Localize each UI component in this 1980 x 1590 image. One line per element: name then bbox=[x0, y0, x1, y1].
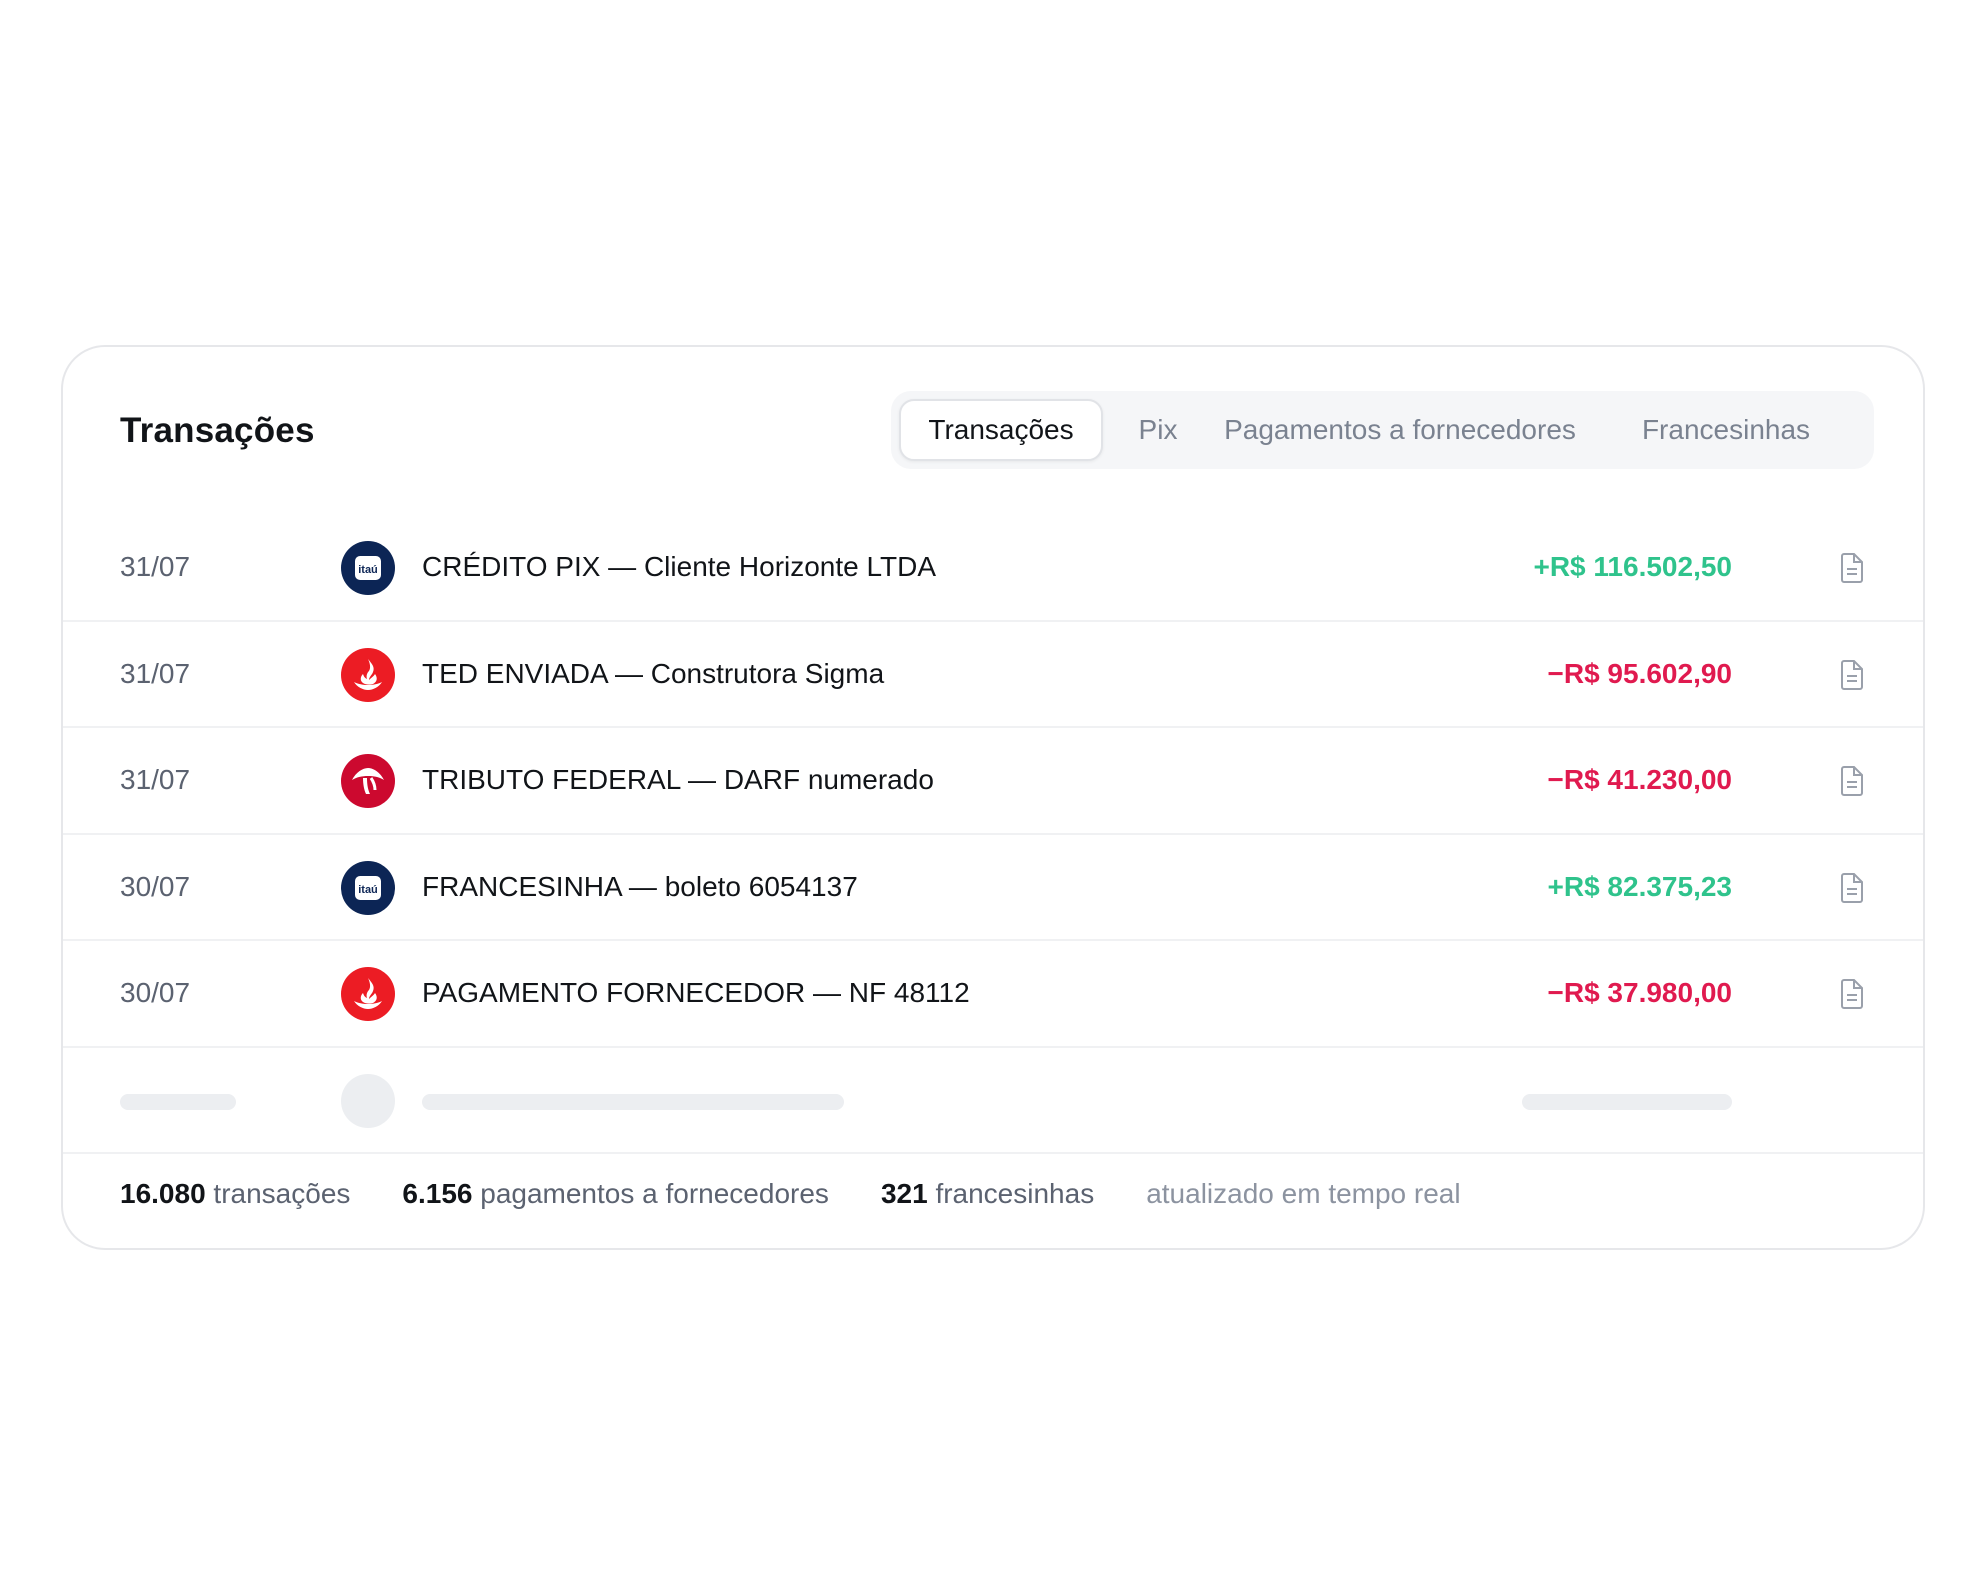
tab-pagamentos-fornecedores[interactable]: Pagamentos a fornecedores bbox=[1213, 399, 1587, 461]
transaction-date: 31/07 bbox=[120, 764, 191, 796]
receipt-document-icon[interactable] bbox=[1838, 978, 1866, 1010]
stat-suppliers-count: 6.156 bbox=[402, 1178, 473, 1209]
summary-footer: 16.080 transações 6.156 pagamentos a for… bbox=[120, 1172, 1461, 1216]
table-row[interactable]: 30/07 itaú FRANCESINHA — boleto 6054137 … bbox=[63, 835, 1923, 941]
loading-skeleton-row bbox=[63, 1048, 1923, 1154]
itau-logo-icon: itaú bbox=[341, 541, 395, 595]
stat-francesinhas-label: francesinhas bbox=[935, 1178, 1095, 1209]
tab-francesinhas[interactable]: Francesinhas bbox=[1587, 399, 1865, 461]
skeleton-amount-bar bbox=[1522, 1093, 1732, 1110]
transaction-description: TRIBUTO FEDERAL — DARF numerado bbox=[422, 764, 934, 796]
stat-suppliers: 6.156 pagamentos a fornecedores bbox=[402, 1178, 829, 1210]
tab-pix[interactable]: Pix bbox=[1103, 399, 1213, 461]
transaction-description: FRANCESINHA — boleto 6054137 bbox=[422, 870, 858, 902]
transaction-description: CRÉDITO PIX — Cliente Horizonte LTDA bbox=[422, 551, 937, 583]
santander-logo-icon bbox=[341, 647, 395, 702]
tab-bar: Transações Pix Pagamentos a fornecedores… bbox=[891, 391, 1874, 469]
realtime-note: atualizado em tempo real bbox=[1146, 1178, 1461, 1209]
itau-logo-icon: itaú bbox=[341, 860, 395, 915]
transaction-amount: −R$ 37.980,00 bbox=[1547, 977, 1733, 1009]
stat-francesinhas-count: 321 bbox=[880, 1178, 928, 1209]
transaction-amount: −R$ 95.602,90 bbox=[1547, 657, 1733, 689]
table-row[interactable]: 31/07 itaú CRÉDITO PIX — Cliente Horizon… bbox=[63, 515, 1923, 622]
transaction-amount: +R$ 116.502,50 bbox=[1533, 551, 1732, 583]
transaction-amount: +R$ 82.375,23 bbox=[1547, 870, 1733, 902]
stat-transactions-label: transações bbox=[213, 1178, 351, 1209]
stat-suppliers-label: pagamentos a fornecedores bbox=[480, 1178, 829, 1209]
santander-logo-icon bbox=[341, 967, 395, 1021]
transaction-description: TED ENVIADA — Construtora Sigma bbox=[422, 657, 885, 689]
receipt-document-icon[interactable] bbox=[1838, 872, 1866, 904]
itau-logo-text: itaú bbox=[358, 564, 378, 576]
transaction-date: 31/07 bbox=[120, 551, 191, 583]
receipt-document-icon[interactable] bbox=[1838, 659, 1866, 691]
table-row[interactable]: 30/07 PAGAMENTO FORNECEDOR — NF 48112 −R… bbox=[63, 941, 1923, 1048]
skeleton-logo-circle bbox=[341, 1073, 395, 1128]
transaction-date: 30/07 bbox=[120, 977, 191, 1009]
transaction-description: PAGAMENTO FORNECEDOR — NF 48112 bbox=[422, 977, 970, 1009]
stat-transactions: 16.080 transações bbox=[120, 1178, 350, 1210]
tab-transacoes[interactable]: Transações bbox=[899, 399, 1103, 461]
receipt-document-icon[interactable] bbox=[1838, 552, 1866, 584]
itau-logo-text: itaú bbox=[358, 884, 378, 896]
bradesco-logo-icon bbox=[341, 754, 395, 808]
transaction-amount: −R$ 41.230,00 bbox=[1547, 764, 1733, 796]
stat-transactions-count: 16.080 bbox=[120, 1178, 206, 1209]
skeleton-description-bar bbox=[422, 1093, 844, 1110]
table-row[interactable]: 31/07 TED ENVIADA — Construtora Sigma −R… bbox=[63, 622, 1923, 728]
receipt-document-icon[interactable] bbox=[1838, 765, 1866, 797]
skeleton-date-bar bbox=[120, 1093, 236, 1110]
card-header: Transações Transações Pix Pagamentos a f… bbox=[63, 347, 1923, 497]
transactions-card: Transações Transações Pix Pagamentos a f… bbox=[61, 345, 1925, 1250]
card-title: Transações bbox=[120, 411, 315, 450]
transaction-date: 30/07 bbox=[120, 870, 191, 902]
stat-francesinhas: 321 francesinhas bbox=[881, 1178, 1094, 1210]
transaction-date: 31/07 bbox=[120, 657, 191, 689]
table-row[interactable]: 31/07 TRIBUTO FEDERAL — DARF numerado −R… bbox=[63, 728, 1923, 835]
transactions-list: 31/07 itaú CRÉDITO PIX — Cliente Horizon… bbox=[63, 515, 1923, 1154]
